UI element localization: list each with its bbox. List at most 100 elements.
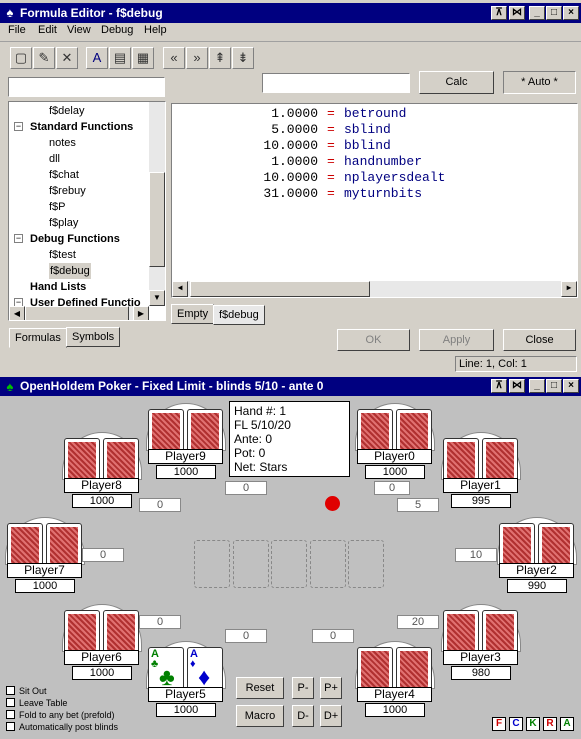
calc-button[interactable]: Calc [419,71,494,94]
tree-item-label: Hand Lists [30,281,87,293]
tree-item-label: Debug Functions [30,233,120,245]
pin-icon[interactable]: ⊼ [491,6,507,20]
minimize-button[interactable]: _ [529,6,545,20]
minimize-button[interactable]: _ [529,379,545,393]
equals-sign: = [327,138,335,153]
tree-hscroll-thumb[interactable] [25,306,129,320]
scroll-right-icon[interactable]: ▶ [133,306,149,320]
player-name: Player4 [357,687,432,702]
auto-button[interactable]: * Auto * [503,71,576,94]
p-plus-button[interactable]: P+ [320,677,342,699]
symbol-value: 1.0000 [271,106,318,121]
network: Net: Stars [234,460,288,474]
close-button[interactable]: × [563,6,579,20]
pin-icon[interactable]: ⊼ [491,379,507,393]
player-balance: 1000 [156,703,216,717]
ante: Ante: 0 [234,432,273,446]
sit-out-checkbox[interactable]: Sit Out [6,685,47,697]
leave-table-checkbox[interactable]: Leave Table [6,697,67,709]
card-back-pattern [50,527,78,567]
tree-item[interactable]: dll [9,151,147,167]
filter-input[interactable] [8,77,165,97]
status-flag-icon: C [509,717,523,731]
collapse-icon[interactable]: − [14,234,23,243]
menu-debug[interactable]: Debug [101,24,133,36]
tree-item-label: f$chat [49,169,79,181]
tree-item[interactable]: − Standard Functions [9,119,147,135]
player-bet: 0 [139,498,181,512]
maximize-button[interactable]: □ [546,6,562,20]
pushpin-icon[interactable]: ⋈ [509,379,525,393]
hand-info-box: Hand #: 1 FL 5/10/20 Ante: 0 Pot: 0 Net:… [229,401,350,477]
close-dialog-button[interactable]: Close [503,329,576,351]
tree-item[interactable]: notes [9,135,147,151]
ok-button[interactable]: OK [337,329,410,351]
tab-fdebug[interactable]: f$debug [213,305,265,325]
code-line: 10.0000 = bblind [172,138,577,154]
tree-item[interactable]: f$delay [9,103,147,119]
d-plus-button[interactable]: D+ [320,705,342,727]
equals-sign: = [327,122,335,137]
p-minus-button[interactable]: P- [292,677,314,699]
tree-item[interactable]: − Debug Functions [9,231,147,247]
editor-hscrollbar[interactable]: ◀ ▶ [172,281,577,297]
collapse-icon[interactable]: − [14,122,23,131]
close-button[interactable]: × [563,379,579,393]
tree-item-label: Standard Functions [30,121,134,133]
apply-button[interactable]: Apply [419,329,494,351]
menu-view[interactable]: View [67,24,91,36]
scroll-left-icon[interactable]: ◀ [9,306,25,320]
tree-vscrollbar[interactable]: ▼ [149,102,165,306]
maximize-button[interactable]: □ [546,379,562,393]
scroll-down-icon[interactable]: ▼ [149,290,165,306]
font-icon[interactable]: A [86,47,108,69]
board-slot [194,540,230,588]
tree-item[interactable]: f$test [9,247,147,263]
player-name: Player7 [7,563,82,578]
status-flag-icon: K [526,717,540,731]
player-name: Player8 [64,478,139,493]
tree-item[interactable]: f$rebuy [9,183,147,199]
autopost-checkbox[interactable]: Automatically post blinds [6,721,118,733]
tree-item[interactable]: f$chat [9,167,147,183]
equals-sign: = [327,106,335,121]
shift-right-icon[interactable]: » [186,47,208,69]
spade-app-icon: ♠ [6,5,14,20]
poker-titlebar: ♠ OpenHoldem Poker - Fixed Limit - blind… [0,377,581,396]
tab-empty[interactable]: Empty [171,304,215,324]
player-name: Player9 [148,449,223,464]
menu-edit[interactable]: Edit [38,24,57,36]
sort-up-icon[interactable]: ⇞ [209,47,231,69]
editor-scroll-left-icon[interactable]: ◀ [172,281,188,297]
pushpin-icon[interactable]: ⋈ [509,6,525,20]
calc-result-field[interactable] [262,73,410,93]
shift-left-icon[interactable]: « [163,47,185,69]
tree-item[interactable]: f$debug [9,263,147,279]
pot: Pot: 0 [234,446,266,460]
prefold-checkbox[interactable]: Fold to any bet (prefold) [6,709,115,721]
tab-formulas[interactable]: Formulas [9,328,67,348]
tree-item[interactable]: Hand Lists [9,279,147,295]
card-back-pattern [542,527,570,567]
tree-item[interactable]: f$P [9,199,147,215]
tree-item[interactable]: f$play [9,215,147,231]
d-minus-button[interactable]: D- [292,705,314,727]
settings-icon[interactable]: ▤ [109,47,131,69]
editor-scroll-right-icon[interactable]: ▶ [561,281,577,297]
menu-help[interactable]: Help [144,24,167,36]
tree-item-label: f$debug [49,263,91,279]
reset-button[interactable]: Reset [236,677,284,699]
formula-editor[interactable]: 1.0000 = betround 5.0000 = sblind 10.0000 = bbli… [171,103,578,298]
editor-hscroll-thumb[interactable] [190,281,370,297]
tree-hscrollbar[interactable]: ◀ ▶ [9,306,149,320]
grid-icon[interactable]: ▦ [132,47,154,69]
new-icon[interactable]: ▢ [10,47,32,69]
tab-symbols[interactable]: Symbols [66,327,121,347]
delete-icon[interactable]: ✕ [56,47,78,69]
menu-file[interactable]: File [8,24,26,36]
sort-down-icon[interactable]: ⇟ [232,47,254,69]
tree-scroll-thumb[interactable] [149,172,165,267]
symbol-name: betround [344,106,407,121]
edit-icon[interactable]: ✎ [33,47,55,69]
macro-button[interactable]: Macro [236,705,284,727]
